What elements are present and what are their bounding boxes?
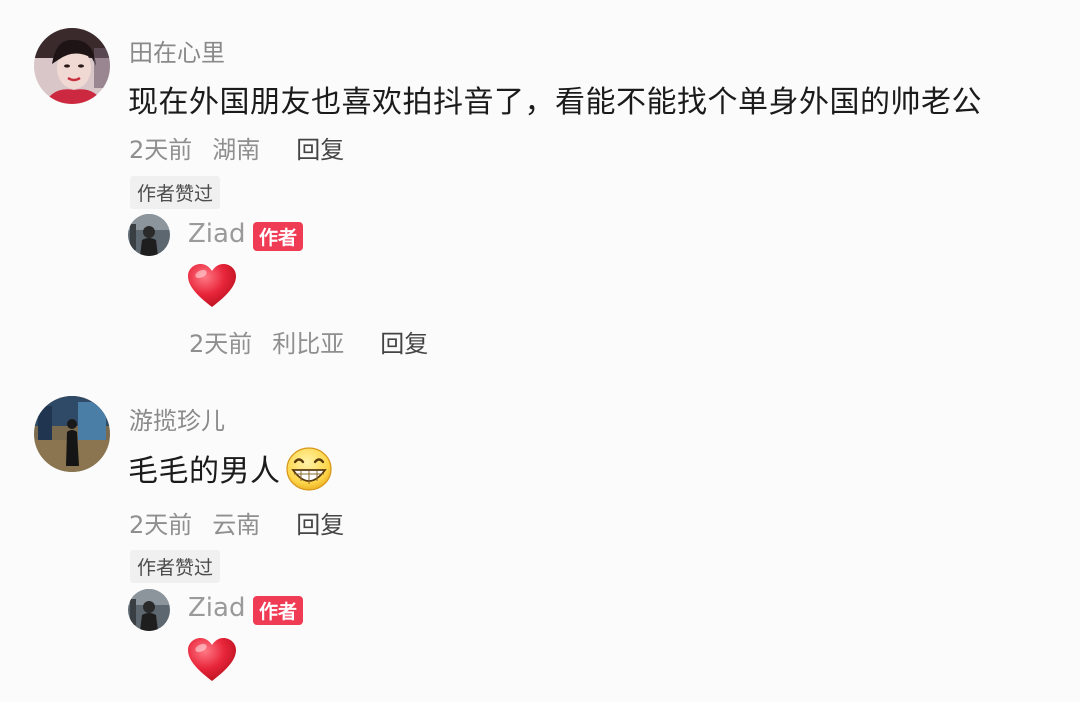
comment-meta: 2天前 湖南 回复 (129, 130, 344, 165)
comment-text: 毛毛的男人 (128, 446, 333, 496)
author-badge: 作者 (253, 222, 304, 251)
comment-username[interactable]: 田在心里 (129, 33, 225, 68)
reply-button[interactable]: 回复 (380, 324, 428, 359)
avatar[interactable] (34, 396, 110, 472)
author-avatar[interactable] (128, 589, 170, 631)
comment-text-content: 毛毛的男人 (128, 454, 281, 489)
author-avatar[interactable] (128, 214, 170, 256)
author-liked-badge: 作者赞过 (130, 550, 221, 583)
author-reply-meta: 2天前 利比亚 回复 (189, 324, 428, 359)
author-reply-time: 2天前 (189, 330, 253, 358)
author-name[interactable]: Ziad (188, 219, 245, 249)
comment-username[interactable]: 游揽珍儿 (129, 401, 225, 436)
reply-button[interactable]: 回复 (296, 130, 344, 165)
comment-location: 湖南 (212, 136, 261, 164)
author-badge: 作者 (253, 596, 304, 625)
comment-text: 现在外国朋友也喜欢拍抖音了，看能不能找个单身外国的帅老公 (128, 85, 982, 120)
comment-time: 2天前 (129, 136, 193, 164)
grinning-face-icon (285, 446, 332, 491)
heart-icon (188, 264, 236, 307)
comment-list: 田在心里 现在外国朋友也喜欢拍抖音了，看能不能找个单身外国的帅老公 2天前 湖南… (0, 0, 1080, 702)
comment-location: 云南 (212, 511, 261, 539)
comment-meta: 2天前 云南 回复 (129, 505, 344, 540)
reply-button[interactable]: 回复 (296, 505, 344, 540)
author-name[interactable]: Ziad (188, 593, 245, 623)
avatar[interactable] (34, 28, 110, 104)
author-reply-location: 利比亚 (272, 330, 345, 358)
comment-time: 2天前 (129, 511, 193, 539)
author-liked-badge: 作者赞过 (130, 176, 221, 209)
heart-icon (188, 638, 236, 681)
